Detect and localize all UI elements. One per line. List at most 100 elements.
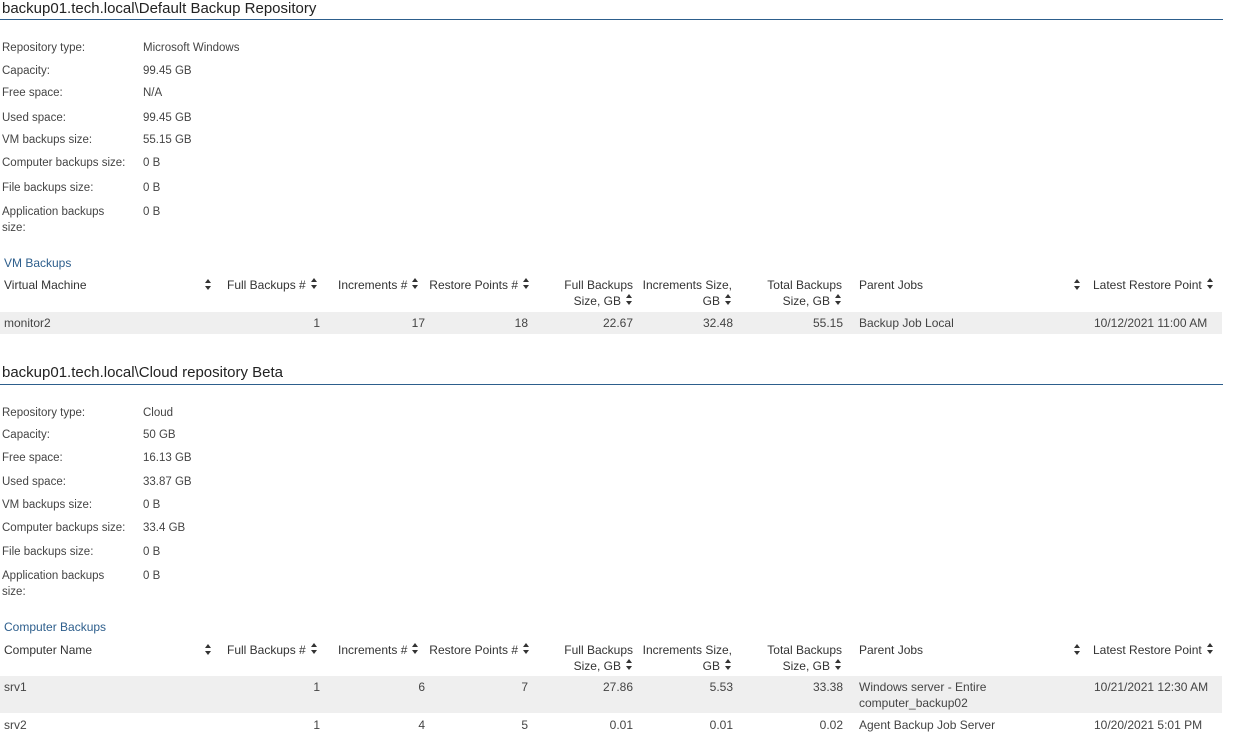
cell-parent-jobs: Windows server - Entire computer_backup0…: [859, 680, 987, 710]
cell-latest-restore-point: 10/21/2021 12:30 AM: [1094, 680, 1209, 694]
cell-latest-restore-point: 10/12/2021 11:00 AM: [1094, 316, 1208, 330]
prop-label-application-backups-size: Application backups size:: [2, 570, 105, 598]
col-header-virtual-machine[interactable]: Virtual Machine: [4, 277, 87, 293]
sort-icon[interactable]: [724, 294, 732, 306]
sort-icon[interactable]: [411, 278, 419, 290]
table-row[interactable]: monitor2 1 17 18 22.67 32.48 55.15 Backu…: [0, 312, 1222, 334]
col-header-full-backups-size[interactable]: Full Backups Size, GB: [535, 642, 633, 674]
cell-full-backups-size: 22.67: [602, 316, 633, 330]
prop-value-free-space: 16.13 GB: [143, 452, 192, 464]
sort-icon[interactable]: [1206, 278, 1214, 290]
prop-label-vm-backups-size: VM backups size:: [2, 499, 93, 511]
cell-full-backups-count: 1: [313, 718, 320, 732]
cell-increments-count: 4: [418, 718, 425, 732]
sort-icon[interactable]: [724, 659, 732, 671]
repo-title: backup01.tech.local\Default Backup Repos…: [2, 0, 317, 17]
col-header-latest-restore-point[interactable]: Latest Restore Point: [1093, 277, 1214, 293]
prop-value-application-backups-size: 0 B: [143, 570, 161, 582]
col-header-restore-points[interactable]: Restore Points #: [425, 642, 530, 658]
repo-divider: [0, 384, 1223, 385]
col-header-increments-size[interactable]: Increments Size, GB: [640, 277, 732, 309]
prop-value-vm-backups-size: 55.15 GB: [143, 134, 192, 146]
cell-restore-points: 7: [521, 680, 528, 694]
prop-label-repository-type: Repository type:: [2, 42, 86, 54]
sort-icon[interactable]: [1073, 644, 1081, 656]
cell-total-backups-size: 0.02: [819, 718, 843, 732]
prop-label-capacity: Capacity:: [2, 65, 50, 77]
prop-value-used-space: 33.87 GB: [143, 476, 192, 488]
prop-value-free-space: N/A: [143, 87, 163, 99]
cell-increments-count: 6: [418, 680, 425, 694]
prop-value-file-backups-size: 0 B: [143, 182, 161, 194]
prop-value-computer-backups-size: 0 B: [143, 157, 161, 169]
prop-label-file-backups-size: File backups size:: [2, 546, 94, 558]
prop-value-repository-type: Cloud: [143, 407, 174, 419]
sort-icon[interactable]: [625, 294, 633, 306]
cell-restore-points: 18: [514, 316, 528, 330]
repo-title: backup01.tech.local\Cloud repository Bet…: [2, 364, 284, 381]
prop-label-capacity: Capacity:: [2, 429, 50, 441]
cell-full-backups-size: 0.01: [609, 718, 633, 732]
cell-increments-size: 32.48: [702, 316, 733, 330]
prop-label-used-space: Used space:: [2, 112, 66, 124]
prop-label-free-space: Free space:: [2, 452, 63, 464]
col-header-full-backups-size[interactable]: Full Backups Size, GB: [535, 277, 633, 309]
sort-icon[interactable]: [411, 643, 419, 655]
col-header-full-backups-count[interactable]: Full Backups #: [227, 277, 318, 293]
prop-value-computer-backups-size: 33.4 GB: [143, 522, 186, 534]
prop-value-capacity: 50 GB: [143, 429, 176, 441]
prop-label-repository-type: Repository type:: [2, 407, 86, 419]
prop-label-application-backups-size: Application backups size:: [2, 206, 105, 234]
prop-value-repository-type: Microsoft Windows: [143, 42, 240, 54]
sort-icon[interactable]: [1206, 643, 1214, 655]
cell-increments-count: 17: [411, 316, 425, 330]
prop-label-used-space: Used space:: [2, 476, 66, 488]
prop-value-file-backups-size: 0 B: [143, 546, 161, 558]
cell-virtual-machine: monitor2: [4, 316, 51, 330]
sort-icon[interactable]: [1073, 279, 1081, 291]
sort-icon[interactable]: [310, 643, 318, 655]
sort-icon[interactable]: [204, 644, 212, 656]
sort-icon[interactable]: [522, 643, 530, 655]
sort-icon[interactable]: [625, 659, 633, 671]
col-header-increments-size[interactable]: Increments Size, GB: [640, 642, 732, 674]
cell-increments-size: 0.01: [709, 718, 733, 732]
prop-label-vm-backups-size: VM backups size:: [2, 134, 93, 146]
cell-parent-jobs: Backup Job Local: [859, 316, 954, 330]
table-row[interactable]: srv1 1 6 7 27.86 5.53 33.38 Windows serv…: [0, 676, 1222, 713]
col-header-total-backups-size[interactable]: Total Backups Size, GB: [740, 277, 842, 309]
table-row[interactable]: srv2 1 4 5 0.01 0.01 0.02 Agent Backup J…: [0, 714, 1222, 736]
section-title-computer-backups: Computer Backups: [4, 620, 107, 634]
prop-value-used-space: 99.45 GB: [143, 112, 192, 124]
prop-value-vm-backups-size: 0 B: [143, 499, 161, 511]
col-header-restore-points[interactable]: Restore Points #: [425, 277, 530, 293]
prop-label-computer-backups-size: Computer backups size:: [2, 157, 126, 169]
cell-full-backups-size: 27.86: [602, 680, 633, 694]
col-header-increments-count[interactable]: Increments #: [338, 642, 419, 658]
prop-label-free-space: Free space:: [2, 87, 63, 99]
col-header-parent-jobs[interactable]: Parent Jobs: [859, 642, 923, 658]
section-title-vm-backups: VM Backups: [4, 256, 72, 270]
prop-label-file-backups-size: File backups size:: [2, 182, 94, 194]
sort-icon[interactable]: [522, 278, 530, 290]
sort-icon[interactable]: [310, 278, 318, 290]
col-header-parent-jobs[interactable]: Parent Jobs: [859, 277, 923, 293]
col-header-full-backups-count[interactable]: Full Backups #: [227, 642, 318, 658]
cell-computer-name: srv1: [4, 680, 27, 694]
repo-divider: [0, 19, 1223, 20]
cell-total-backups-size: 33.38: [812, 680, 843, 694]
cell-full-backups-count: 1: [313, 316, 320, 330]
cell-computer-name: srv2: [4, 718, 27, 732]
cell-parent-jobs: Agent Backup Job Server: [859, 718, 996, 732]
cell-restore-points: 5: [521, 718, 528, 732]
prop-label-computer-backups-size: Computer backups size:: [2, 522, 126, 534]
cell-full-backups-count: 1: [313, 680, 320, 694]
col-header-increments-count[interactable]: Increments #: [338, 277, 419, 293]
sort-icon[interactable]: [204, 279, 212, 291]
col-header-computer-name[interactable]: Computer Name: [4, 642, 92, 658]
col-header-latest-restore-point[interactable]: Latest Restore Point: [1093, 642, 1214, 658]
cell-latest-restore-point: 10/20/2021 5:01 PM: [1094, 718, 1203, 732]
sort-icon[interactable]: [834, 294, 842, 306]
sort-icon[interactable]: [834, 659, 842, 671]
col-header-total-backups-size[interactable]: Total Backups Size, GB: [740, 642, 842, 674]
